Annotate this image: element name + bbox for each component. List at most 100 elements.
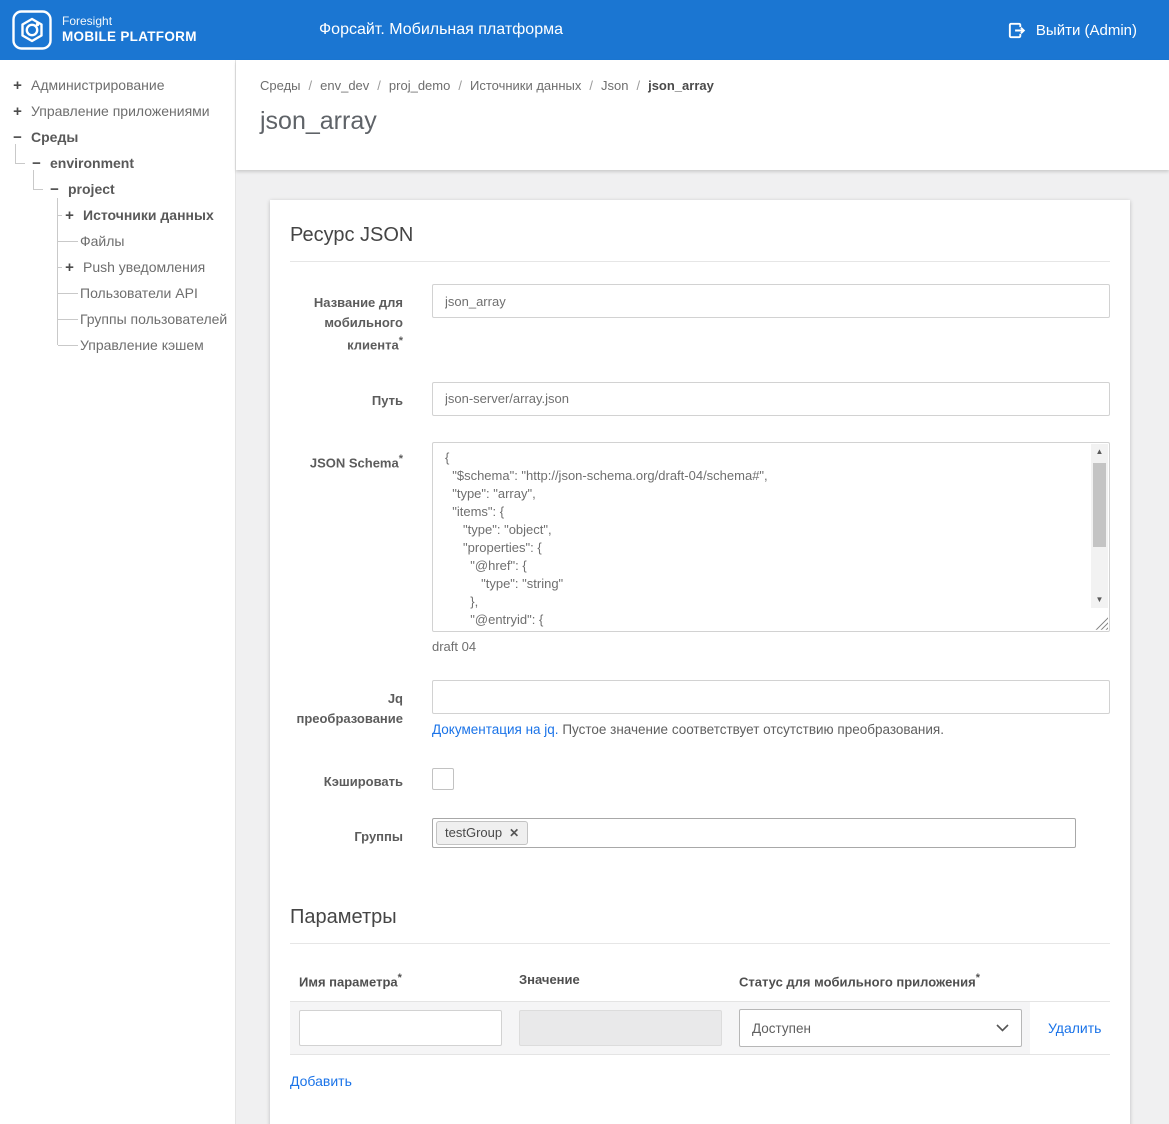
groups-field-label: Группы: [290, 818, 403, 848]
tree-item-files[interactable]: Файлы: [0, 228, 235, 254]
logout-button[interactable]: Выйти (Admin): [1007, 21, 1137, 40]
groups-tag-input[interactable]: testGroup ✕: [432, 818, 1076, 848]
column-header-value: Значение: [519, 972, 722, 989]
section-title-resource: Ресурс JSON: [290, 224, 1110, 262]
tree-item-label: environment: [50, 155, 134, 171]
parameters-table-header: Имя параметра* Значение Статус для мобил…: [290, 972, 1110, 989]
tree-item-label: Источники данных: [83, 207, 214, 223]
breadcrumb-separator: /: [377, 78, 381, 93]
logo-text: Foresight MOBILE PLATFORM: [62, 14, 197, 46]
breadcrumb-item[interactable]: Источники данных: [470, 78, 581, 93]
content-topbar: Среды / env_dev / proj_demo / Источники …: [236, 60, 1169, 170]
required-asterisk: *: [976, 972, 980, 984]
logout-icon: [1007, 21, 1026, 40]
parameter-name-input[interactable]: [299, 1010, 502, 1046]
tree-item-label: Управление кэшем: [80, 337, 204, 353]
field-row-groups: Группы testGroup ✕: [290, 818, 1110, 848]
breadcrumb-item[interactable]: proj_demo: [389, 78, 450, 93]
app-header: Foresight MOBILE PLATFORM Форсайт. Мобил…: [0, 0, 1169, 60]
json-schema-content[interactable]: { "$schema": "http://json-schema.org/dra…: [433, 443, 1109, 631]
collapse-minus-icon[interactable]: −: [29, 155, 44, 172]
jq-doc-link[interactable]: Документация на jq.: [432, 722, 559, 737]
tree-item-label: Файлы: [80, 233, 124, 249]
content-area: Среды / env_dev / proj_demo / Источники …: [236, 60, 1169, 1124]
jq-field-label: Jq преобразование: [290, 680, 403, 737]
breadcrumb-item[interactable]: Json: [601, 78, 628, 93]
column-header-name: Имя параметра*: [299, 972, 502, 989]
field-row-schema: JSON Schema* { "$schema": "http://json-s…: [290, 442, 1110, 654]
breadcrumb-separator: /: [636, 78, 640, 93]
logo-line2: MOBILE PLATFORM: [62, 29, 197, 46]
group-tag-label: testGroup: [445, 825, 502, 840]
required-asterisk: *: [398, 972, 402, 984]
path-field-label: Путь: [290, 382, 403, 416]
scroll-down-arrow-icon[interactable]: ▼: [1091, 592, 1108, 608]
breadcrumb-separator: /: [589, 78, 593, 93]
logo-line1: Foresight: [62, 14, 197, 29]
expand-plus-icon[interactable]: +: [10, 103, 25, 120]
expand-plus-icon[interactable]: +: [62, 259, 77, 276]
mobile-client-name-input[interactable]: [432, 284, 1110, 318]
schema-field-label: JSON Schema*: [290, 442, 403, 654]
tree-item-label: Пользователи API: [80, 285, 198, 301]
cache-field-label: Кэшировать: [290, 763, 403, 792]
scroll-up-arrow-icon[interactable]: ▲: [1091, 444, 1108, 460]
logo[interactable]: Foresight MOBILE PLATFORM: [12, 10, 197, 50]
tree-item-push-notifications[interactable]: + Push уведомления: [0, 254, 235, 280]
tree-item-label: Среды: [31, 129, 78, 145]
status-select[interactable]: Доступен: [739, 1009, 1022, 1047]
expand-plus-icon[interactable]: +: [10, 77, 25, 94]
group-tag: testGroup ✕: [436, 821, 528, 845]
tree-item-app-management[interactable]: + Управление приложениями: [0, 98, 235, 124]
tree-item-environments[interactable]: − Среды: [0, 124, 235, 150]
tree-item-cache-management[interactable]: Управление кэшем: [0, 332, 235, 358]
app-title: Форсайт. Мобильная платформа: [319, 21, 563, 39]
expand-plus-icon[interactable]: +: [62, 207, 77, 224]
app-root: Foresight MOBILE PLATFORM Форсайт. Мобил…: [0, 0, 1169, 1124]
resource-form-card: Ресурс JSON Название для мобильного клие…: [270, 200, 1130, 1124]
json-schema-textarea[interactable]: { "$schema": "http://json-schema.org/dra…: [432, 442, 1110, 632]
path-input[interactable]: [432, 382, 1110, 416]
tree-item-user-groups[interactable]: Группы пользователей: [0, 306, 235, 332]
breadcrumb-current: json_array: [648, 78, 714, 93]
foresight-logo-icon: [12, 10, 52, 50]
page-title: json_array: [260, 107, 1145, 136]
column-header-status: Статус для мобильного приложения*: [739, 972, 1022, 989]
tree-item-label: Управление приложениями: [31, 103, 210, 119]
parameter-value-input: [519, 1010, 722, 1046]
name-field-label: Название для мобильного клиента*: [290, 284, 403, 356]
jq-input[interactable]: [432, 680, 1110, 714]
breadcrumb-separator: /: [309, 78, 313, 93]
field-row-name: Название для мобильного клиента*: [290, 284, 1110, 356]
tree-item-administration[interactable]: + Администрирование: [0, 72, 235, 98]
section-title-parameters: Параметры: [290, 906, 1110, 944]
tree-item-api-users[interactable]: Пользователи API: [0, 280, 235, 306]
main-layout: + Администрирование + Управление приложе…: [0, 60, 1169, 1124]
tree-item-data-sources[interactable]: + Источники данных: [0, 202, 235, 228]
field-row-jq: Jq преобразование Документация на jq. Пу…: [290, 680, 1110, 737]
breadcrumb-item[interactable]: env_dev: [320, 78, 369, 93]
textarea-scrollbar-thumb[interactable]: [1093, 463, 1106, 547]
add-parameter-link[interactable]: Добавить: [290, 1073, 352, 1089]
required-asterisk: *: [399, 335, 403, 347]
parameters-section: Параметры Имя параметра* Значение Статус…: [290, 906, 1110, 1091]
sidebar: + Администрирование + Управление приложе…: [0, 60, 236, 1124]
textarea-scrollbar[interactable]: ▲ ▼: [1091, 444, 1108, 608]
chevron-down-icon: [996, 1024, 1009, 1032]
cache-checkbox[interactable]: [432, 768, 454, 790]
parameter-row: Доступен Удалить: [290, 1001, 1110, 1055]
collapse-minus-icon[interactable]: −: [10, 129, 25, 146]
field-row-path: Путь: [290, 382, 1110, 416]
tree-item-label: Push уведомления: [83, 259, 205, 275]
tree-item-label: Группы пользователей: [80, 311, 227, 327]
breadcrumb-item[interactable]: Среды: [260, 78, 301, 93]
delete-parameter-link[interactable]: Удалить: [1048, 1020, 1101, 1036]
status-select-value: Доступен: [752, 1021, 811, 1036]
collapse-minus-icon[interactable]: −: [47, 181, 62, 198]
parameter-row-cells: Доступен: [290, 1002, 1030, 1054]
remove-tag-icon[interactable]: ✕: [509, 826, 519, 840]
required-asterisk: *: [399, 453, 403, 465]
jq-hint-text: Пустое значение соответствует отсутствию…: [559, 722, 944, 737]
tree-group-project-children: + Источники данных Файлы + Push уведомле…: [0, 202, 235, 358]
tree-item-project[interactable]: − project: [0, 176, 235, 202]
